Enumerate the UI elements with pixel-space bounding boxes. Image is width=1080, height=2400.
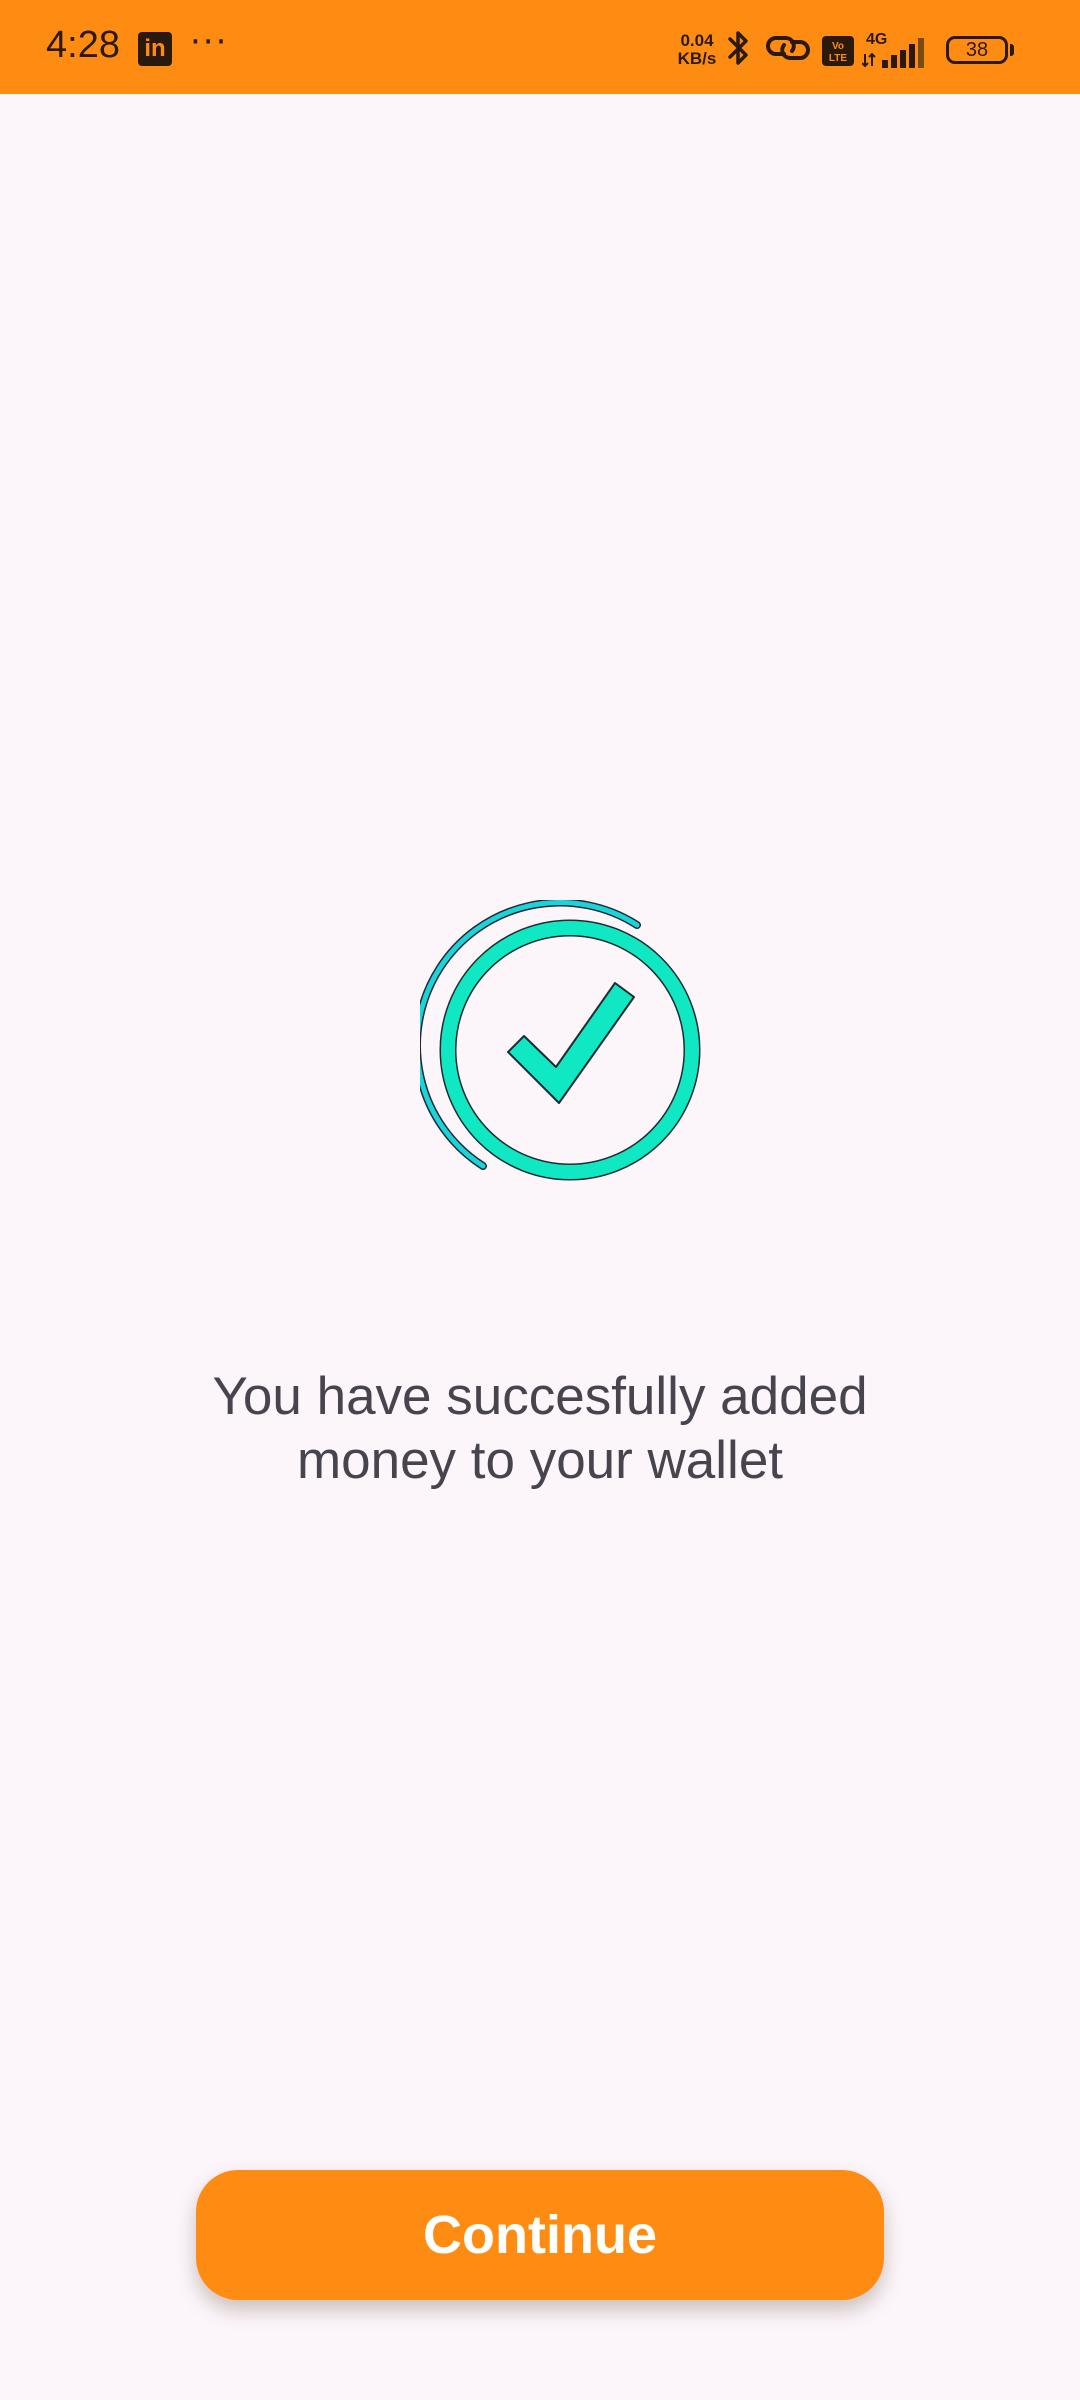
- linkedin-icon: in: [138, 32, 172, 66]
- success-message-line2: money to your wallet: [296, 1431, 784, 1490]
- battery-icon: 38: [946, 36, 1008, 64]
- check-circle-icon: [420, 900, 701, 1181]
- battery-tip: [1010, 44, 1014, 56]
- link-icon: [766, 36, 810, 60]
- network-speed-unit: KB/s: [677, 49, 717, 68]
- svg-text:Vo: Vo: [832, 41, 844, 52]
- more-notifications-icon: ···: [190, 22, 229, 62]
- volte-icon: Vo LTE: [822, 36, 854, 66]
- svg-text:LTE: LTE: [829, 53, 847, 64]
- network-speed: 0.04 KB/s: [672, 32, 722, 68]
- status-time: 4:28: [46, 24, 120, 66]
- success-message-line1: You have succesfully added: [212, 1367, 868, 1426]
- svg-text:4G: 4G: [866, 31, 887, 48]
- success-message: You have succesfully added money to your…: [140, 1365, 940, 1493]
- status-bar: 4:28 in ··· 0.04 KB/s Vo LTE 4G 38: [0, 0, 1080, 94]
- bluetooth-icon: [728, 31, 748, 65]
- continue-button[interactable]: Continue: [196, 2170, 884, 2300]
- network-speed-value: 0.04: [680, 31, 714, 50]
- signal-icon: 4G: [862, 31, 924, 68]
